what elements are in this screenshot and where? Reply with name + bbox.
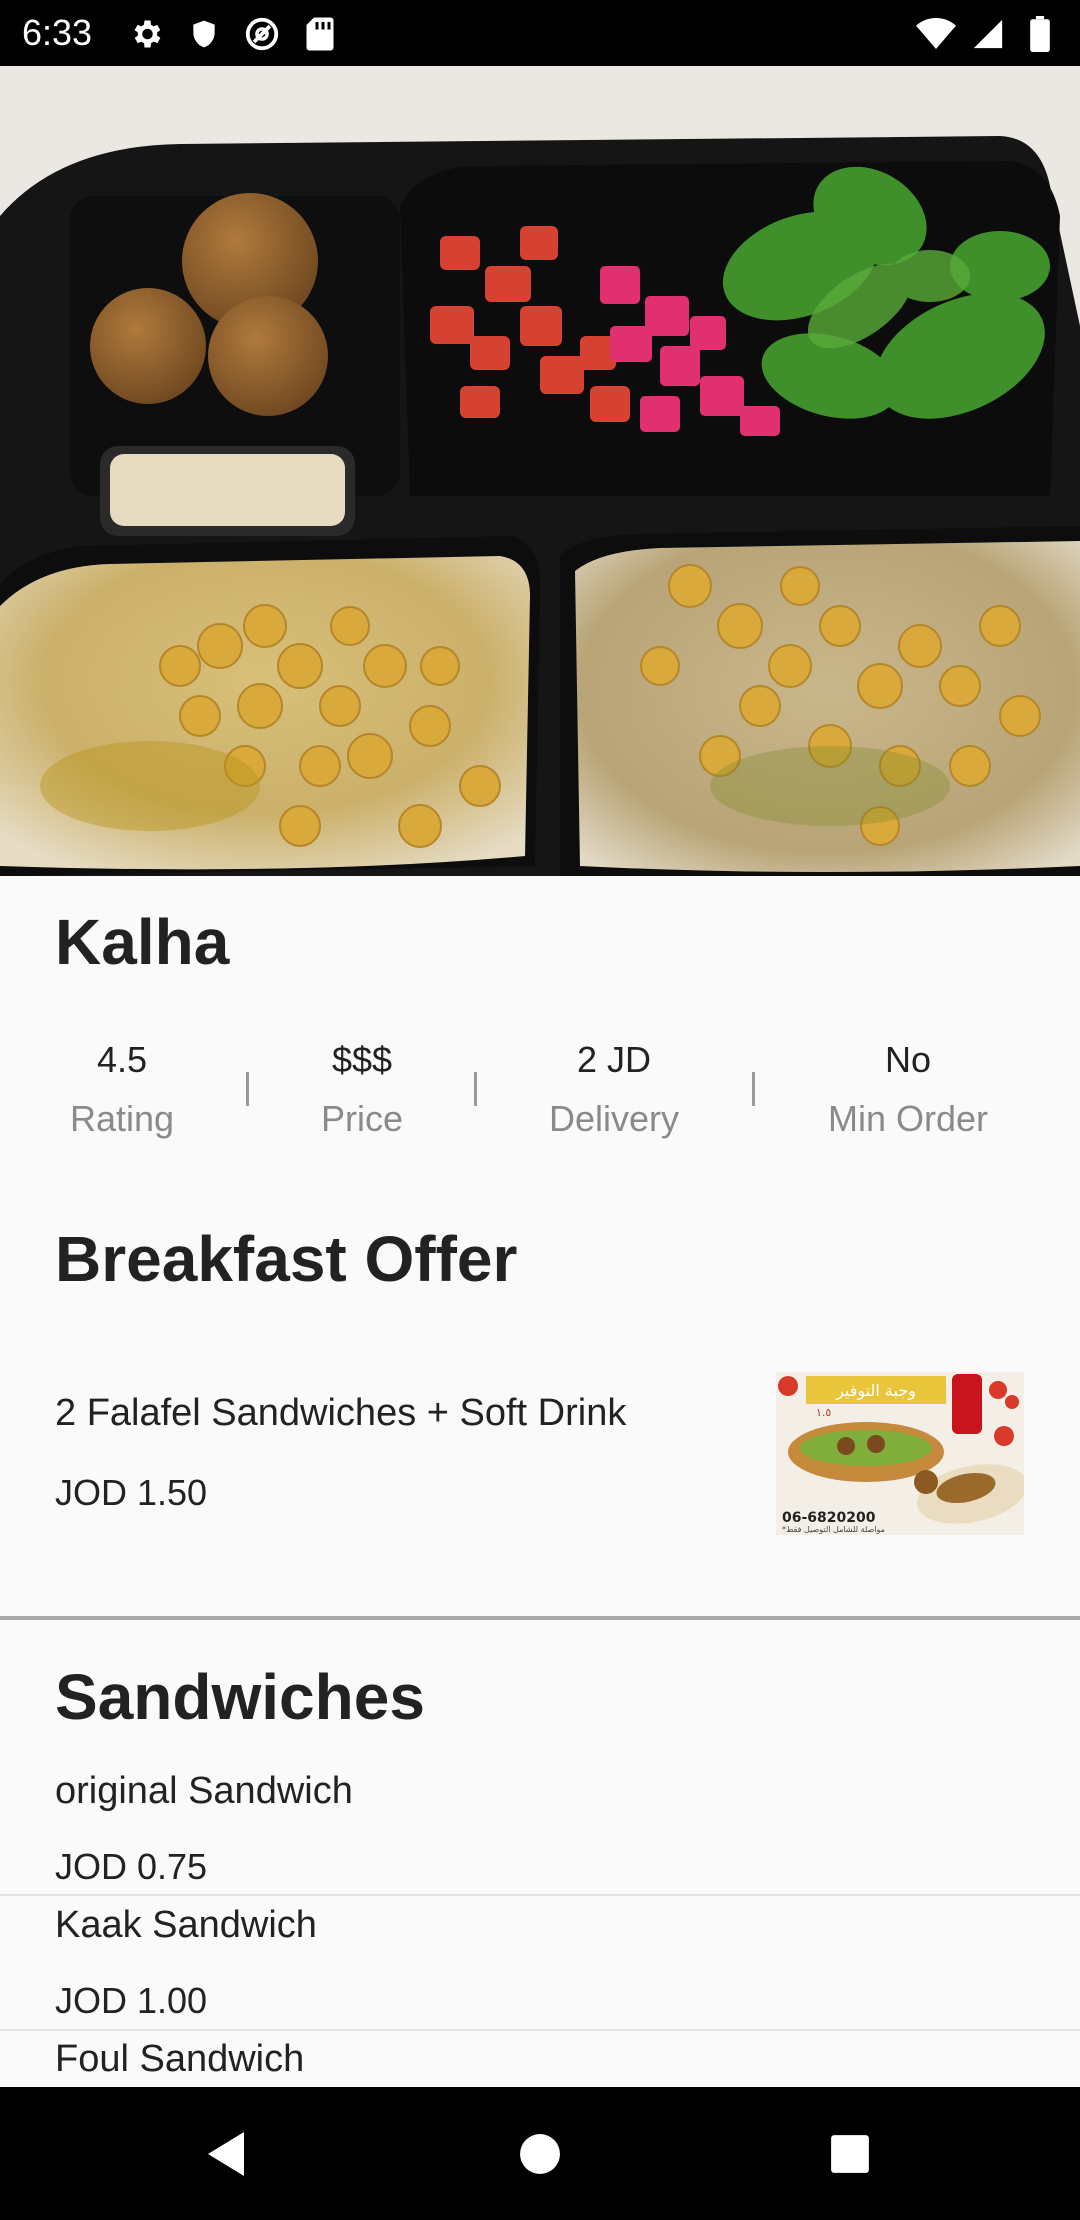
stat-price: $$$ Price: [302, 1030, 422, 1148]
menu-item-name: 2 Falafel Sandwiches + Soft Drink: [55, 1392, 627, 1434]
section-title-offer: Breakfast Offer: [55, 1223, 518, 1295]
stat-delivery-label: Delivery: [548, 1098, 680, 1139]
battery-icon: [1020, 14, 1060, 54]
navigation-bar: [0, 2087, 1080, 2220]
menu-item-price: JOD 1.50: [55, 1472, 208, 1513]
stat-min-order-value: No: [884, 1039, 932, 1080]
menu-item-name: Kaak Sandwich: [55, 1904, 317, 1946]
thumb-banner-text: وجبة التوفير: [835, 1381, 916, 1401]
wifi-icon: [916, 14, 956, 54]
sd-card-icon: [300, 14, 340, 54]
thumb-price-badge: ١.٥: [816, 1406, 831, 1419]
stat-price-value: $$$: [331, 1039, 393, 1080]
row-divider: [0, 2029, 1080, 2031]
stat-price-label: Price: [320, 1098, 404, 1139]
menu-item-name: original Sandwich: [55, 1770, 353, 1812]
row-divider: [0, 1894, 1080, 1896]
menu-item-price: JOD 0.75: [55, 1846, 208, 1887]
status-system-icons: [916, 14, 1060, 54]
stat-rating-value: 4.5: [96, 1039, 148, 1080]
thumb-phone: 06-6820200: [782, 1510, 876, 1526]
restaurant-name: Kalha: [55, 906, 230, 978]
recents-icon[interactable]: [790, 2087, 910, 2220]
menu-item-name: Foul Sandwich: [55, 2038, 305, 2080]
menu-item-thumbnail: وجبة التوفير ١.٥ 06-6820200 *مواصلة للشا…: [776, 1372, 1024, 1535]
back-icon[interactable]: [166, 2087, 286, 2220]
stat-delivery-value: 2 JD: [576, 1039, 652, 1080]
menu-item-price: JOD 1.00: [55, 1980, 208, 2021]
restaurant-stats: 4.5 Rating $$$ Price 2 JD Delivery No Mi…: [0, 1030, 1080, 1150]
stat-rating-label: Rating: [69, 1098, 175, 1139]
restaurant-hero-image: [0, 66, 1080, 876]
stat-delivery: 2 JD Delivery: [534, 1030, 694, 1148]
thumb-note: *مواصلة للشامل التوصيل فقط: [782, 1525, 885, 1534]
status-notification-icons: [126, 14, 340, 54]
stat-rating: 4.5 Rating: [62, 1030, 182, 1148]
gear-icon: [126, 14, 166, 54]
at-sign-icon: [242, 14, 282, 54]
status-bar: 6:33: [0, 0, 1080, 66]
status-time: 6:33: [22, 12, 93, 53]
home-icon[interactable]: [480, 2087, 600, 2220]
stat-separator: [474, 1072, 477, 1106]
stat-min-order-label: Min Order: [827, 1098, 989, 1139]
stat-min-order: No Min Order: [808, 1030, 1008, 1148]
stat-separator: [246, 1072, 249, 1106]
section-divider: [0, 1616, 1080, 1620]
signal-icon: [968, 14, 1008, 54]
shield-icon: [184, 14, 224, 54]
section-title-sandwiches: Sandwiches: [55, 1661, 425, 1733]
stat-separator: [752, 1072, 755, 1106]
